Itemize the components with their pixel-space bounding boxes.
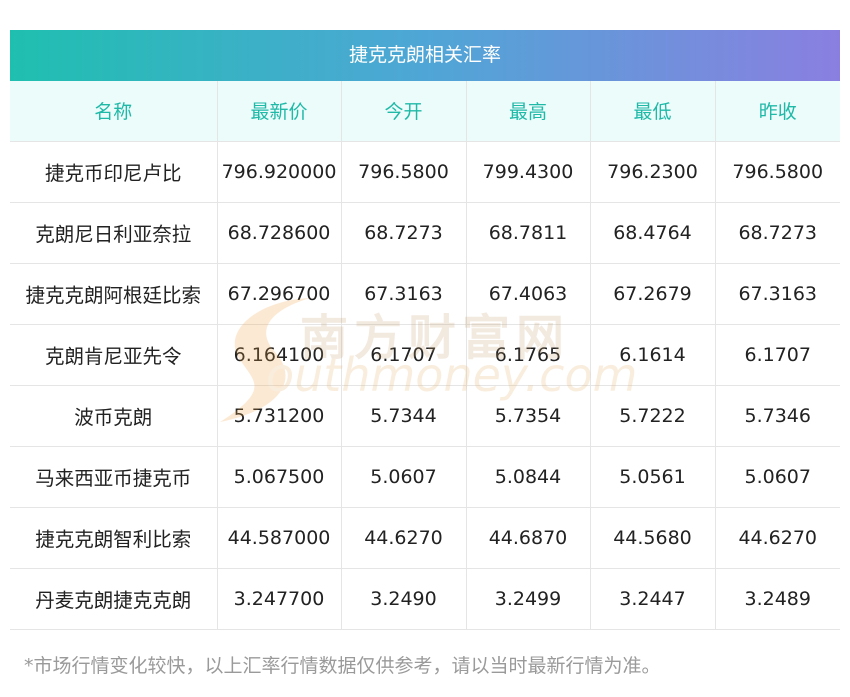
header-row: 名称 最新价 今开 最高 最低 昨收 [10, 81, 840, 142]
pair-name: 捷克克朗阿根廷比索 [10, 263, 218, 325]
header-prev-close: 昨收 [715, 81, 840, 142]
disclaimer-footnote: *市场行情变化较快，以上汇率行情数据仅供参考，请以当时最新行情为准。 [24, 655, 661, 677]
pair-name: 捷克克朗智利比索 [10, 507, 218, 569]
high-price: 44.6870 [466, 507, 591, 569]
latest-price: 67.296700 [217, 263, 342, 325]
header-name: 名称 [10, 81, 218, 142]
latest-price: 5.067500 [217, 446, 342, 508]
low-price: 796.2300 [590, 141, 716, 203]
open-price: 3.2490 [341, 568, 467, 630]
rates-panel: 捷克克朗相关汇率 名称 最新价 今开 最高 最低 昨收 捷克币印尼卢比 796.… [10, 30, 840, 630]
prev-close-price: 68.7273 [715, 202, 840, 264]
prev-close-price: 3.2489 [715, 568, 840, 630]
low-price: 67.2679 [590, 263, 716, 325]
prev-close-price: 44.6270 [715, 507, 840, 569]
exchange-rate-table: 名称 最新价 今开 最高 最低 昨收 捷克币印尼卢比 796.920000 79… [10, 81, 840, 630]
high-price: 6.1765 [466, 324, 591, 386]
low-price: 5.7222 [590, 385, 716, 447]
high-price: 68.7811 [466, 202, 591, 264]
latest-price: 796.920000 [217, 141, 342, 203]
low-price: 6.1614 [590, 324, 716, 386]
high-price: 3.2499 [466, 568, 591, 630]
pair-name: 克朗肯尼亚先令 [10, 324, 218, 386]
prev-close-price: 5.0607 [715, 446, 840, 508]
header-low: 最低 [590, 81, 716, 142]
table-row: 丹麦克朗捷克克朗 3.247700 3.2490 3.2499 3.2447 3… [10, 568, 840, 630]
open-price: 796.5800 [341, 141, 467, 203]
latest-price: 44.587000 [217, 507, 342, 569]
table-row: 捷克克朗智利比索 44.587000 44.6270 44.6870 44.56… [10, 507, 840, 569]
table-row: 波币克朗 5.731200 5.7344 5.7354 5.7222 5.734… [10, 385, 840, 447]
header-latest: 最新价 [217, 81, 342, 142]
pair-name: 捷克币印尼卢比 [10, 141, 218, 203]
pair-name: 波币克朗 [10, 385, 218, 447]
open-price: 6.1707 [341, 324, 467, 386]
latest-price: 5.731200 [217, 385, 342, 447]
low-price: 3.2447 [590, 568, 716, 630]
latest-price: 6.164100 [217, 324, 342, 386]
prev-close-price: 6.1707 [715, 324, 840, 386]
open-price: 44.6270 [341, 507, 467, 569]
header-high: 最高 [466, 81, 591, 142]
open-price: 67.3163 [341, 263, 467, 325]
high-price: 799.4300 [466, 141, 591, 203]
table-row: 克朗肯尼亚先令 6.164100 6.1707 6.1765 6.1614 6.… [10, 324, 840, 386]
prev-close-price: 796.5800 [715, 141, 840, 203]
low-price: 68.4764 [590, 202, 716, 264]
low-price: 5.0561 [590, 446, 716, 508]
table-row: 马来西亚币捷克币 5.067500 5.0607 5.0844 5.0561 5… [10, 446, 840, 508]
high-price: 5.7354 [466, 385, 591, 447]
prev-close-price: 5.7346 [715, 385, 840, 447]
pair-name: 马来西亚币捷克币 [10, 446, 218, 508]
open-price: 5.7344 [341, 385, 467, 447]
pair-name: 丹麦克朗捷克克朗 [10, 568, 218, 630]
open-price: 68.7273 [341, 202, 467, 264]
table-row: 捷克币印尼卢比 796.920000 796.5800 799.4300 796… [10, 141, 840, 203]
table-row: 捷克克朗阿根廷比索 67.296700 67.3163 67.4063 67.2… [10, 263, 840, 325]
header-open: 今开 [341, 81, 467, 142]
pair-name: 克朗尼日利亚奈拉 [10, 202, 218, 264]
latest-price: 68.728600 [217, 202, 342, 264]
open-price: 5.0607 [341, 446, 467, 508]
high-price: 67.4063 [466, 263, 591, 325]
low-price: 44.5680 [590, 507, 716, 569]
table-row: 克朗尼日利亚奈拉 68.728600 68.7273 68.7811 68.47… [10, 202, 840, 264]
prev-close-price: 67.3163 [715, 263, 840, 325]
latest-price: 3.247700 [217, 568, 342, 630]
high-price: 5.0844 [466, 446, 591, 508]
table-title-banner: 捷克克朗相关汇率 [10, 30, 840, 81]
